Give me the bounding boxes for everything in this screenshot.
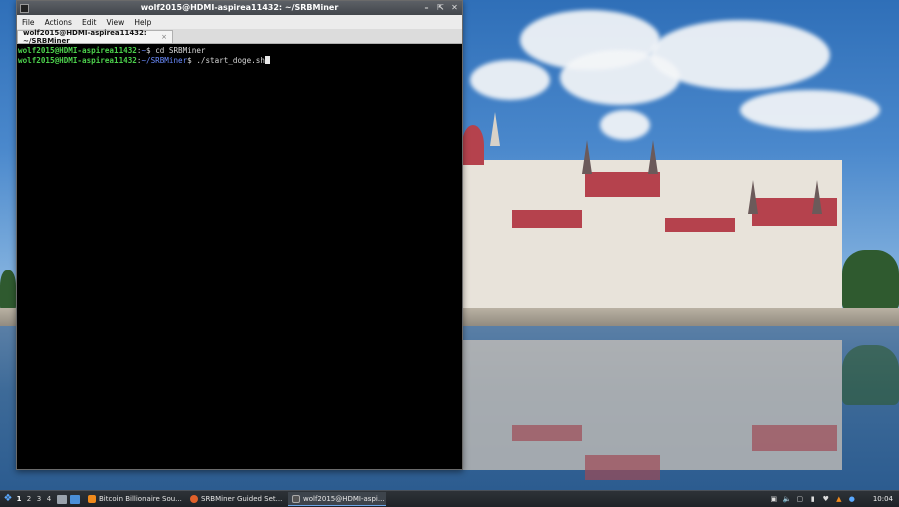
bluetooth-icon[interactable]: ● xyxy=(848,495,856,503)
firefox-icon xyxy=(190,495,198,503)
tab-terminal[interactable]: wolf2015@HDMI-aspirea11432: ~/SRBMiner × xyxy=(17,29,173,45)
volume-icon[interactable]: 🔈 xyxy=(783,495,792,503)
text-cursor xyxy=(264,55,270,64)
menu-help[interactable]: Help xyxy=(129,18,156,27)
prompt-path: ~/SRBMiner xyxy=(141,55,188,65)
tab-label: wolf2015@HDMI-aspirea11432: ~/SRBMiner xyxy=(23,29,147,45)
vlc-icon xyxy=(88,495,96,503)
workspace-2[interactable]: 2 xyxy=(24,495,34,503)
clipboard-icon[interactable]: ▣ xyxy=(770,495,778,503)
minimize-icon[interactable]: – xyxy=(422,2,431,14)
command-text: cd SRBMiner xyxy=(155,46,206,55)
vlc-tray-icon[interactable]: ▲ xyxy=(835,495,843,503)
task-label: Bitcoin Billionaire Sou... xyxy=(99,495,182,503)
task-vlc[interactable]: Bitcoin Billionaire Sou... xyxy=(84,493,182,506)
clock[interactable]: 10:04 xyxy=(873,495,893,503)
prompt-user: wolf2015@HDMI-aspirea11432 xyxy=(18,55,137,65)
window-title: wolf2015@HDMI-aspirea11432: ~/SRBMiner xyxy=(140,3,339,12)
menu-bar: File Actions Edit View Help xyxy=(17,15,462,29)
terminal-output[interactable]: wolf2015@HDMI-aspirea11432:~$ cd SRBMine… xyxy=(17,44,462,469)
task-terminal[interactable]: wolf2015@HDMI-aspi... xyxy=(288,492,386,506)
battery-icon[interactable]: ▮ xyxy=(809,495,817,503)
network-icon[interactable]: ♥ xyxy=(822,495,830,503)
workspace-1[interactable]: 1 xyxy=(14,495,24,503)
menu-view[interactable]: View xyxy=(102,18,130,27)
task-label: wolf2015@HDMI-aspi... xyxy=(303,494,385,503)
terminal-icon xyxy=(292,494,300,503)
file-manager-icon[interactable] xyxy=(70,494,80,504)
prompt-user: wolf2015@HDMI-aspirea11432 xyxy=(18,46,137,55)
terminal-window[interactable]: wolf2015@HDMI-aspirea11432: ~/SRBMiner –… xyxy=(16,0,463,470)
tab-close-icon[interactable]: × xyxy=(161,33,167,41)
task-label: SRBMiner Guided Set... xyxy=(201,495,283,503)
window-titlebar[interactable]: wolf2015@HDMI-aspirea11432: ~/SRBMiner –… xyxy=(17,1,462,15)
command-text: ./start_doge.sh xyxy=(196,55,265,65)
prompt-symbol: $ xyxy=(146,46,156,55)
system-tray: ▣ 🔈 ▢ ▮ ♥ ▲ ● 10:04 xyxy=(770,495,899,503)
workspace-4[interactable]: 4 xyxy=(44,495,54,503)
show-desktop-icon[interactable] xyxy=(57,494,67,504)
file-icon[interactable]: ▢ xyxy=(796,495,804,503)
tab-bar: wolf2015@HDMI-aspirea11432: ~/SRBMiner × xyxy=(17,29,462,45)
prompt-symbol: $ xyxy=(187,55,197,65)
terminal-line: wolf2015@HDMI-aspirea11432:~/SRBMiner$ .… xyxy=(18,55,462,66)
workspace-3[interactable]: 3 xyxy=(34,495,44,503)
terminal-line: wolf2015@HDMI-aspirea11432:~$ cd SRBMine… xyxy=(18,46,462,56)
close-icon[interactable]: ✕ xyxy=(450,2,459,14)
menu-edit[interactable]: Edit xyxy=(77,18,102,27)
start-menu-icon[interactable]: ❖ xyxy=(2,493,14,505)
taskbar: ❖ 1 2 3 4 Bitcoin Billionaire Sou... SRB… xyxy=(0,490,899,507)
maximize-icon[interactable]: ⇱ xyxy=(436,2,445,14)
menu-file[interactable]: File xyxy=(17,18,40,27)
task-firefox[interactable]: SRBMiner Guided Set... xyxy=(186,493,284,506)
menu-actions[interactable]: Actions xyxy=(40,18,77,27)
